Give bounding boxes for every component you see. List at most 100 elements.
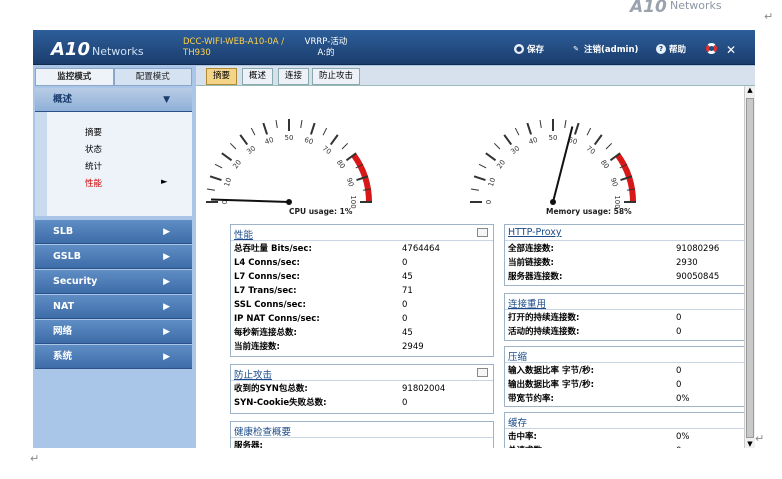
stat-row: L7 Conns/sec: 45 (234, 271, 490, 284)
panel-title: 健康检查概要 (234, 427, 292, 438)
tab-monitor-mode[interactable]: 监控模式 (35, 68, 114, 86)
stat-label: 当前链接数: (508, 258, 554, 268)
stat-value: 91080296 (676, 244, 720, 254)
sub-tabs: 摘要 概述 连接 防止攻击 (196, 66, 755, 86)
stat-value: 0 (676, 380, 682, 390)
scroll-down-icon[interactable]: ▼ (746, 440, 754, 448)
health-check-panel: 健康检查概要 服务器:▲2▼0服务器端口:▲2▼0 (230, 421, 494, 448)
vertical-scrollbar[interactable]: ▲ ▼ (744, 86, 755, 448)
sidebar-item-statistics[interactable]: 统计 (85, 160, 102, 172)
stat-row: 带宽节约率: 0% (508, 393, 755, 406)
sidebar-group-slb[interactable]: SLB ▶ (35, 220, 192, 244)
save-label: 保存 (527, 45, 545, 55)
sidebar-group-overview[interactable]: 概述 ▼ (35, 88, 192, 112)
stat-label: L7 Conns/sec: (234, 272, 300, 282)
divider (505, 240, 755, 241)
panel-title[interactable]: 连接重用 (508, 296, 546, 310)
sidebar-item-status[interactable]: 状态 (85, 143, 102, 155)
sidebar-group-gslb[interactable]: GSLB ▶ (35, 245, 192, 269)
header-logo: A10 Networks (51, 39, 144, 60)
paragraph-mark: ↵ (764, 10, 774, 23)
stat-label: 输入数据比率 字节/秒: (508, 366, 594, 376)
gauge-tick (478, 163, 487, 169)
gauge-tick (539, 119, 542, 129)
gauge-tick-label: 20 (495, 158, 507, 170)
logo-networks-text: Networks (670, 0, 722, 12)
stat-label: 总吞吐量 Bits/sec: (234, 244, 312, 254)
divider (231, 380, 493, 381)
sidebar-item-performance[interactable]: 性能 (85, 177, 102, 189)
paragraph-mark: ↵ (30, 452, 40, 465)
stat-label: 服务器连接数: (508, 272, 563, 282)
paragraph-mark: ↵ (755, 432, 765, 445)
refresh-button[interactable] (706, 43, 717, 54)
gauge-tick (564, 119, 567, 129)
gauge-tick-label: 80 (335, 158, 347, 170)
scrollbar-thumb[interactable] (746, 98, 754, 438)
gauge-tick (341, 142, 349, 150)
gauge-tick (473, 175, 486, 182)
sidebar-group-label: 系统 (53, 351, 73, 362)
stat-row: 全部连接数: 91080296 (508, 243, 755, 256)
sidebar-group-network[interactable]: 网络 ▶ (35, 320, 192, 344)
gauge-tick (322, 127, 328, 136)
sidebar-group-nat[interactable]: NAT ▶ (35, 295, 192, 319)
save-button[interactable]: ● 保存 (514, 43, 544, 55)
tab-overview[interactable]: 概述 (242, 68, 274, 85)
sidebar-group-label: 网络 (53, 326, 73, 337)
fullscreen-button[interactable]: ✕ (726, 43, 736, 57)
scroll-up-icon[interactable]: ▲ (746, 86, 754, 94)
tab-attack-prevention[interactable]: 防止攻击 (312, 68, 361, 85)
divider (231, 240, 493, 241)
panel-title[interactable]: HTTP-Proxy (508, 227, 562, 238)
app-window: A10 Networks DCC-WIFI-WEB-A10-0A / TH930 … (33, 30, 755, 448)
gauge-tick-label: 30 (509, 144, 521, 156)
stat-label: 带宽节约率: (508, 394, 554, 404)
stat-value: 0% (676, 394, 690, 404)
gauge-tick (239, 134, 249, 146)
attack-prevention-panel: 防止攻击 收到的SYN包总数: 91802004 SYN-Cookie失败总数: 0 (230, 364, 494, 414)
sidebar-item-summary[interactable]: 摘要 (85, 126, 102, 138)
mode-tabs: 监控模式 配置模式 (35, 68, 192, 86)
header-bar: A10 Networks DCC-WIFI-WEB-A10-0A / TH930 … (33, 30, 755, 65)
sidebar-group-security[interactable]: Security ▶ (35, 270, 192, 294)
gauge-tick (214, 163, 223, 169)
device-name: DCC-WIFI-WEB-A10-0A / TH930 (183, 37, 285, 58)
tab-connections[interactable]: 连接 (278, 68, 310, 85)
compression-panel: 压缩 输入数据比率 字节/秒: 0 输出数据比率 字节/秒: 0 带宽节约率: 0% (504, 346, 755, 407)
stat-value: 0 (402, 398, 408, 408)
stat-value: 0 (676, 313, 682, 323)
window-icon[interactable] (477, 368, 488, 377)
gauge-tick (275, 119, 278, 129)
tab-config-mode[interactable]: 配置模式 (113, 68, 192, 86)
sidebar-group-label: Security (53, 276, 98, 287)
window-icon[interactable] (477, 228, 488, 237)
panel-title: 缓存 (508, 418, 528, 429)
help-button[interactable]: ? 帮助 (656, 43, 686, 55)
stat-row: 活动的持续连接数: 0 (508, 326, 755, 339)
panel-title[interactable]: 防止攻击 (234, 367, 272, 381)
stat-row: 当前链接数: 2930 (508, 257, 755, 270)
stat-value: 0 (402, 300, 408, 310)
stat-row: 服务器:▲2▼0 (234, 440, 490, 448)
gauge-tick (503, 134, 513, 146)
gauge-tick (493, 142, 501, 150)
sidebar-group-system[interactable]: 系统 ▶ (35, 345, 192, 369)
stat-value: 91802004 (402, 384, 446, 394)
stat-label: 全部连接数: (508, 244, 554, 254)
tab-summary[interactable]: 摘要 (206, 68, 238, 85)
stat-row: 总吞吐量 Bits/sec: 4764464 (234, 243, 490, 256)
gauge-tick (206, 188, 216, 191)
cache-panel: 缓存 击中率:0%总请求数:0缓存对象:0 (504, 412, 755, 448)
logout-button[interactable]: ✎ 注销(admin) (571, 43, 638, 55)
stat-row: IP NAT Conns/sec: 0 (234, 313, 490, 326)
http-proxy-panel: HTTP-Proxy 全部连接数: 91080296 当前链接数: 2930 服务器连接… (504, 224, 755, 286)
logo-a10-text: A10 (630, 0, 667, 17)
gauge-tick-label: 50 (549, 134, 558, 142)
gauge-tick-label: 80 (599, 158, 611, 170)
stat-label: SYN-Cookie失败总数: (234, 398, 327, 408)
gauge-tick-label: 10 (223, 177, 233, 188)
panel-title[interactable]: 性能 (234, 227, 253, 241)
stat-label: 总请求数: (508, 446, 545, 448)
sidebar-group-label: NAT (53, 301, 75, 312)
